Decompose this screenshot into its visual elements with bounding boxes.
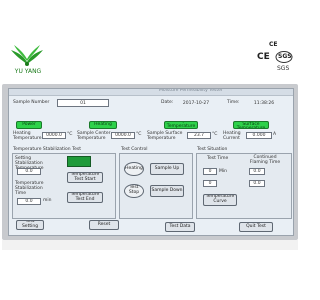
situation-panel-title: Test Situation xyxy=(197,147,228,152)
reading-unit-surface-temp: °C xyxy=(212,132,218,137)
reading-unit-heating-current: A xyxy=(273,132,277,137)
test-time-min-unit: Min xyxy=(219,169,227,174)
stabilization-panel: Setting Stabilization Temperature 0.0 Te… xyxy=(12,153,116,219)
reading-value-surface-temp: 23.7 xyxy=(187,132,211,139)
situation-panel: Test Time Continued Flaming Time 0 0.0 M… xyxy=(196,153,292,219)
test-time-sec-field: 0 xyxy=(203,180,217,187)
heating-button[interactable]: Heating xyxy=(124,162,144,176)
sample-down-button[interactable]: Sample Down xyxy=(150,185,184,197)
stabilization-indicator xyxy=(67,156,91,167)
test-data-button[interactable]: Test Data xyxy=(165,222,195,232)
sample-up-button[interactable]: Sample Up xyxy=(150,163,184,175)
reading-value-center-temp: 0000.0 xyxy=(111,132,135,139)
test-setting-button[interactable]: Test Setting xyxy=(16,220,44,230)
sgs-label: SGS xyxy=(277,65,290,72)
sample-number-field[interactable]: 01 xyxy=(57,99,109,107)
ce-mark: CE xyxy=(257,52,270,62)
test-time-min-field: 0 xyxy=(203,168,217,175)
reading-unit-center-temp: °C xyxy=(136,132,142,137)
reading-value-heating-current: 0.000 xyxy=(246,132,272,139)
reading-unit-heating-temp: °C xyxy=(67,132,73,137)
sample-number-label: Sample Number xyxy=(13,100,50,105)
power-indicator[interactable]: Power xyxy=(16,121,42,129)
flaming-time-sec-field: 0.0 xyxy=(249,180,265,187)
stabilization-time-unit: min xyxy=(43,198,52,203)
screen-title-bar xyxy=(9,89,293,96)
temperature-test-end-button[interactable]: Temperature Test End xyxy=(67,192,103,203)
temperature-curve-button[interactable]: Temperature Curve xyxy=(203,194,237,206)
quit-test-button[interactable]: Quit Test xyxy=(239,222,273,232)
stabilization-setting-field[interactable]: 0.0 xyxy=(17,168,41,175)
continued-flaming-label: Continued Flaming Time xyxy=(249,155,281,165)
monitor-base xyxy=(2,240,298,250)
date-value: 2017-10-27 xyxy=(182,100,210,106)
flaming-time-field: 0.0 xyxy=(249,168,265,175)
stabilization-time-field[interactable]: 0.0 xyxy=(17,198,41,205)
control-panel: Heating Sample Up Test Stop Sample Down xyxy=(119,153,193,219)
heating-indicator[interactable]: Heating xyxy=(89,121,117,129)
reading-value-heating-temp: 0000.0 xyxy=(42,132,66,139)
sgs-mark: SGS xyxy=(278,52,292,60)
test-stop-button[interactable]: Test Stop xyxy=(124,184,144,198)
ce-mark-small: CE xyxy=(269,41,278,48)
stabilization-panel-title: Temperature Stabilization Test xyxy=(13,147,81,152)
sample-surface-indicator[interactable]: Sample Surface Temperature xyxy=(233,121,269,129)
yuyang-logo-icon xyxy=(11,45,43,66)
time-label: Time: xyxy=(227,100,240,105)
stabilization-time-label: Temperature Stabilization Time xyxy=(15,181,44,196)
temperature-test-start-button[interactable]: Temperature Test Start xyxy=(67,172,103,183)
control-panel-title: Test Control xyxy=(121,147,148,152)
time-value: 11:38:26 xyxy=(253,100,275,106)
reading-label-heating-temp: Heating Temperature xyxy=(13,131,42,141)
test-time-label: Test Time xyxy=(207,156,229,161)
brand-name: YU YANG xyxy=(14,68,42,75)
reset-button[interactable]: Reset xyxy=(89,220,119,230)
screen-title: Moisture Permeability Tester xyxy=(159,88,223,93)
reading-label-surface-temp: Sample Surface Temperature xyxy=(147,131,183,141)
control-screen: Moisture Permeability Tester Sample Numb… xyxy=(8,88,294,236)
reading-label-heating-current: Heating Current xyxy=(223,131,241,141)
date-label: Date: xyxy=(161,100,174,105)
sample-temperature-indicator[interactable]: Sample Temperature xyxy=(164,121,198,129)
reading-label-center-temp: Sample Center Temperature xyxy=(77,131,111,141)
certification-logos: CE CE SGS SGS xyxy=(255,40,295,76)
